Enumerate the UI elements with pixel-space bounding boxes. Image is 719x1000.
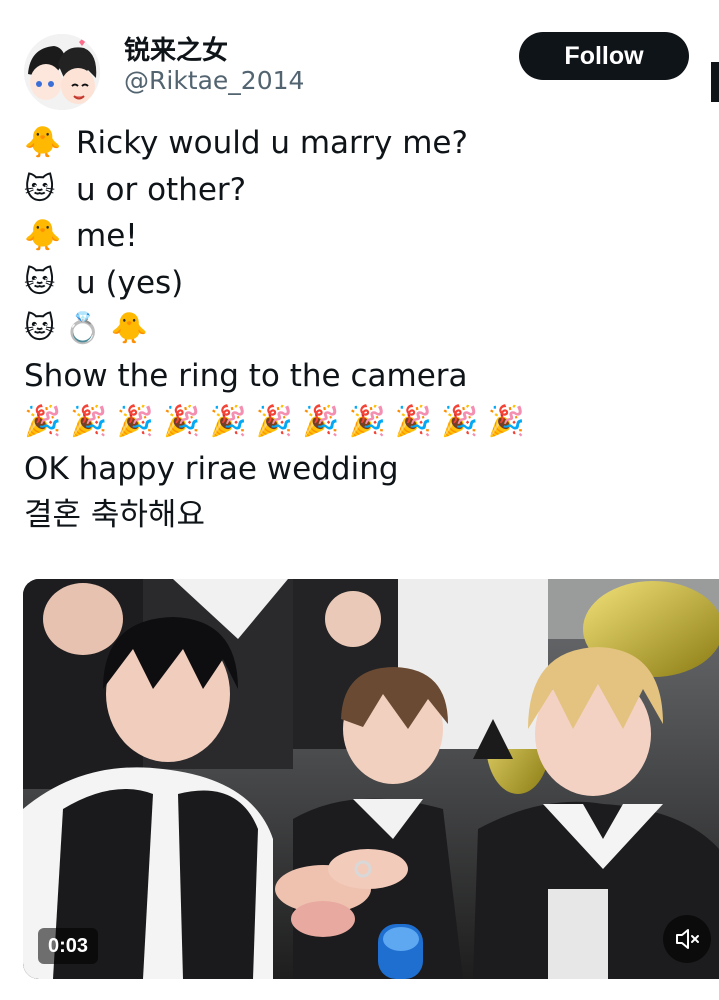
chick-emoji-icon: 🐥: [24, 218, 62, 253]
party-popper-emoji-icon: 🎉: [255, 404, 294, 439]
party-popper-emoji-icon: 🎉: [394, 404, 433, 439]
chick-emoji-icon: 🐥: [24, 125, 62, 160]
speaker-muted-icon: [676, 929, 699, 949]
party-popper-emoji-icon: 🎉: [209, 404, 247, 439]
display-name[interactable]: 锐来之女: [124, 30, 228, 67]
ring-emoji-icon: 💍: [64, 311, 102, 346]
tweet-line: 🐥 me!: [24, 213, 704, 260]
avatar[interactable]: [24, 34, 100, 110]
party-popper-emoji-icon: 🎉: [163, 404, 201, 439]
chick-emoji-icon: 🐥: [110, 311, 148, 346]
tweet-line-text: u (yes): [76, 264, 184, 301]
video-player[interactable]: [23, 579, 719, 979]
cat-emoji-icon: 🐱: [24, 264, 56, 300]
tweet-emoji-line: 🐱 💍 🐥: [24, 306, 704, 353]
video-frame: [23, 579, 719, 979]
tweet-line-text: me!: [76, 218, 138, 254]
tweet-line-text: 결혼 축하해요: [24, 497, 205, 533]
cat-emoji-icon: 🐱: [24, 171, 56, 207]
tweet-line: OK happy rirae wedding: [24, 446, 704, 493]
tweet-line: 🐱 u or other?: [24, 167, 704, 214]
follow-button[interactable]: Follow: [519, 32, 689, 80]
status-strip: · · ·: [0, 0, 719, 7]
party-popper-emoji-icon: 🎉: [441, 404, 479, 439]
tweet-line: 🐥 Ricky would u marry me?: [24, 120, 704, 167]
tweet-line-text: Ricky would u marry me?: [76, 125, 468, 161]
party-popper-emoji-icon: 🎉: [487, 404, 525, 439]
edge-divider: [711, 62, 719, 102]
party-popper-emoji-icon: 🎉: [116, 404, 155, 439]
tweet-emoji-line: 🎉 🎉 🎉 🎉 🎉 🎉 🎉 🎉 🎉 🎉 🎉: [24, 399, 704, 446]
cat-emoji-icon: 🐱: [24, 311, 56, 346]
tweet-header: 锐来之女 @Riktae_2014 Follow: [0, 22, 719, 112]
tweet-line: Show the ring to the camera: [24, 353, 704, 400]
tweet-line: 🐱 u (yes): [24, 260, 704, 307]
party-popper-emoji-icon: 🎉: [70, 404, 108, 439]
video-timestamp: 0:03: [38, 928, 99, 964]
tweet-line: 결혼 축하해요: [24, 492, 704, 539]
tweet-line-text: Show the ring to the camera: [24, 357, 468, 394]
party-popper-emoji-icon: 🎉: [348, 404, 386, 439]
tweet-text: 🐥 Ricky would u marry me? 🐱 u or other? …: [24, 120, 704, 539]
user-handle[interactable]: @Riktae_2014: [124, 66, 304, 95]
tweet-line-text: u or other?: [76, 171, 247, 208]
party-popper-emoji-icon: 🎉: [24, 404, 62, 439]
mute-button[interactable]: [663, 915, 711, 963]
tweet-line-text: OK happy rirae wedding: [24, 450, 399, 487]
avatar-illustration-icon: [24, 34, 100, 110]
party-popper-emoji-icon: 🎉: [302, 404, 340, 439]
